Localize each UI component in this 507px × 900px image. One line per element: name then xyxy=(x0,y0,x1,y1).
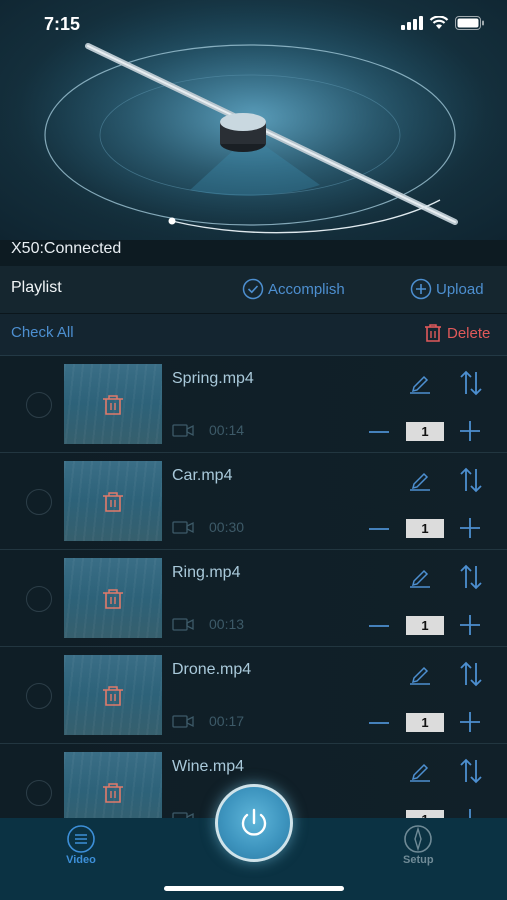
select-radio[interactable] xyxy=(26,586,52,612)
repeat-count: 1 xyxy=(406,519,444,538)
trash-icon[interactable] xyxy=(101,588,125,610)
list-item[interactable]: Drone.mp4 00:17 1 xyxy=(0,647,507,744)
repeat-count: 1 xyxy=(406,713,444,732)
status-time: 7:15 xyxy=(44,14,81,34)
decrement-button[interactable] xyxy=(368,519,390,539)
tab-setup[interactable]: Setup xyxy=(403,824,434,866)
reorder-arrows-icon[interactable] xyxy=(458,467,484,493)
file-name: Ring.mp4 xyxy=(172,564,241,581)
trash-icon[interactable] xyxy=(101,394,125,416)
file-name: Drone.mp4 xyxy=(172,661,252,678)
power-button[interactable] xyxy=(215,784,293,862)
home-indicator xyxy=(164,886,344,891)
duration: 00:30 xyxy=(209,519,245,535)
reorder-arrows-icon[interactable] xyxy=(458,370,484,396)
reorder-arrows-icon[interactable] xyxy=(458,758,484,784)
trash-icon[interactable] xyxy=(101,782,125,804)
edit-pencil-icon[interactable] xyxy=(408,469,432,491)
edit-pencil-icon[interactable] xyxy=(408,566,432,588)
select-radio[interactable] xyxy=(26,683,52,709)
playlist-title: Playlist xyxy=(11,279,62,296)
tab-video[interactable]: Video xyxy=(66,824,96,866)
battery-icon xyxy=(455,16,484,30)
trash-icon xyxy=(425,324,441,342)
upload-button[interactable]: Upload xyxy=(410,278,484,300)
video-thumbnail[interactable] xyxy=(64,558,162,638)
increment-button[interactable] xyxy=(459,808,481,818)
decrement-button[interactable] xyxy=(368,422,390,442)
playlist-header: Playlist Accomplish Upload xyxy=(0,266,507,314)
select-radio[interactable] xyxy=(26,392,52,418)
increment-button[interactable] xyxy=(459,517,481,539)
status-icons xyxy=(401,16,485,30)
video-thumbnail[interactable] xyxy=(64,655,162,735)
video-camera-icon xyxy=(172,424,194,437)
decrement-button[interactable] xyxy=(368,616,390,636)
video-camera-icon xyxy=(172,618,194,631)
duration: 00:13 xyxy=(209,616,245,632)
video-camera-icon xyxy=(172,521,194,534)
decrement-button[interactable] xyxy=(368,810,390,818)
file-name: Spring.mp4 xyxy=(172,370,254,387)
reorder-arrows-icon[interactable] xyxy=(458,564,484,590)
connection-status: X50:Connected xyxy=(11,240,122,257)
increment-button[interactable] xyxy=(459,420,481,442)
duration: 00:17 xyxy=(209,713,245,729)
increment-button[interactable] xyxy=(459,711,481,733)
repeat-count: 1 xyxy=(406,616,444,635)
status-bar: 7:15 xyxy=(0,0,507,50)
video-thumbnail[interactable] xyxy=(64,461,162,541)
repeat-count: 1 xyxy=(406,810,444,818)
video-thumbnail[interactable] xyxy=(64,364,162,444)
file-name: Wine.mp4 xyxy=(172,758,245,775)
wifi-icon xyxy=(429,16,449,29)
trash-icon[interactable] xyxy=(101,685,125,707)
list-item[interactable]: Car.mp4 00:30 1 xyxy=(0,453,507,550)
tab-setup-label: Setup xyxy=(403,854,434,866)
select-radio[interactable] xyxy=(26,780,52,806)
delete-button[interactable]: Delete xyxy=(422,322,490,344)
upload-label: Upload xyxy=(436,280,484,298)
decrement-button[interactable] xyxy=(368,713,390,733)
select-radio[interactable] xyxy=(26,489,52,515)
selection-bar: Check All Delete xyxy=(0,314,507,356)
check-all-button[interactable]: Check All xyxy=(11,324,74,341)
delete-label: Delete xyxy=(447,324,491,342)
reorder-arrows-icon[interactable] xyxy=(458,661,484,687)
video-camera-icon xyxy=(172,715,194,728)
duration: 00:14 xyxy=(209,422,245,438)
edit-pencil-icon[interactable] xyxy=(408,760,432,782)
list-circle-icon xyxy=(67,825,95,853)
file-name: Car.mp4 xyxy=(172,467,233,484)
compass-icon xyxy=(404,825,433,853)
accomplish-button[interactable]: Accomplish xyxy=(242,278,345,300)
video-thumbnail[interactable] xyxy=(64,752,162,818)
accomplish-label: Accomplish xyxy=(268,280,345,298)
increment-button[interactable] xyxy=(459,614,481,636)
tab-video-label: Video xyxy=(66,854,96,866)
playlist: Spring.mp4 00:14 1 Car.mp4 00:30 1 Ring.… xyxy=(0,356,507,818)
plus-circle-icon xyxy=(410,278,432,300)
check-circle-icon xyxy=(242,278,264,300)
power-icon xyxy=(241,808,267,836)
trash-icon[interactable] xyxy=(101,491,125,513)
signal-icon xyxy=(401,16,423,30)
list-item[interactable]: Ring.mp4 00:13 1 xyxy=(0,550,507,647)
edit-pencil-icon[interactable] xyxy=(408,663,432,685)
list-item[interactable]: Spring.mp4 00:14 1 xyxy=(0,356,507,453)
repeat-count: 1 xyxy=(406,422,444,441)
edit-pencil-icon[interactable] xyxy=(408,372,432,394)
